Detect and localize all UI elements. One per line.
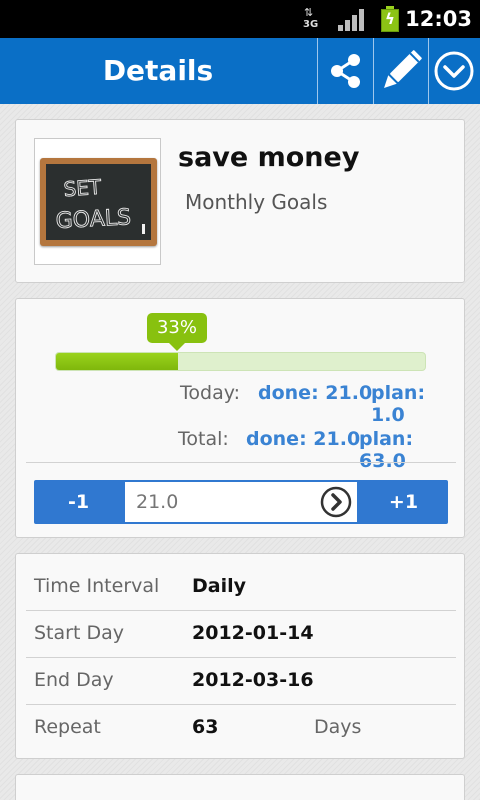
goal-category: Monthly Goals [185, 190, 328, 214]
total-label: Total: [178, 428, 229, 450]
progress-percent-badge: 33% [147, 313, 207, 351]
detail-value: 63 [192, 716, 219, 738]
detail-label: End Day [34, 669, 114, 691]
progress-stepper: -1 +1 [34, 480, 448, 524]
more-options-button[interactable] [426, 38, 480, 104]
detail-row-end-day: End Day 2012-03-16 [26, 657, 456, 704]
pencil-icon [384, 50, 422, 88]
detail-value: 2012-01-14 [192, 622, 314, 644]
decrement-button[interactable]: -1 [34, 480, 123, 524]
submit-value-button[interactable] [320, 486, 352, 518]
detail-label: Repeat [34, 716, 101, 738]
page-title: Details [102, 54, 214, 87]
today-plan-value: plan: 1.0 [371, 382, 426, 426]
today-done-value: done: 21.0 [258, 382, 373, 404]
share-icon [331, 54, 360, 88]
details-card: Time Interval Daily Start Day 2012-01-14… [15, 553, 465, 759]
detail-unit: Days [314, 716, 362, 738]
detail-label: Start Day [34, 622, 124, 644]
progress-bar [55, 352, 426, 371]
signal-icon [338, 9, 364, 31]
today-label: Today: [180, 382, 240, 404]
detail-value: Daily [192, 575, 247, 597]
edit-button[interactable] [373, 38, 429, 104]
chevron-down-circle-icon [434, 51, 474, 91]
share-button[interactable] [318, 38, 374, 104]
detail-row-start-day: Start Day 2012-01-14 [26, 610, 456, 657]
detail-row-repeat: Repeat 63 Days [26, 704, 456, 751]
set-goals-chalk-image: SET GOALS [55, 174, 145, 235]
status-bar: ⇅ 3G ϟ 12:03 [0, 0, 480, 38]
network-3g-icon: ⇅ 3G [303, 6, 319, 30]
detail-label: Time Interval [34, 575, 160, 597]
total-done-value: done: 21.0 [246, 428, 361, 450]
increment-button[interactable]: +1 [359, 480, 448, 524]
progress-bar-fill [56, 353, 178, 370]
detail-row-time-interval: Time Interval Daily [26, 563, 456, 610]
goal-title: save money [178, 142, 360, 173]
status-time: 12:03 [405, 7, 472, 31]
detail-value: 2012-03-16 [192, 669, 314, 691]
svg-text:GOALS: GOALS [55, 205, 131, 234]
divider [26, 462, 456, 463]
next-card [15, 774, 465, 800]
battery-charging-icon: ϟ [378, 6, 402, 32]
goal-image: SET GOALS [34, 138, 161, 265]
arrow-right-circle-icon [320, 486, 352, 518]
goal-header-card: SET GOALS save money Monthly Goals [15, 119, 465, 283]
total-plan-value: plan: 63.0 [359, 428, 414, 472]
action-bar: Details [0, 38, 480, 104]
svg-text:SET: SET [63, 175, 103, 202]
progress-card: 33% Today: done: 21.0 plan: 1.0 Total: d… [15, 298, 465, 538]
